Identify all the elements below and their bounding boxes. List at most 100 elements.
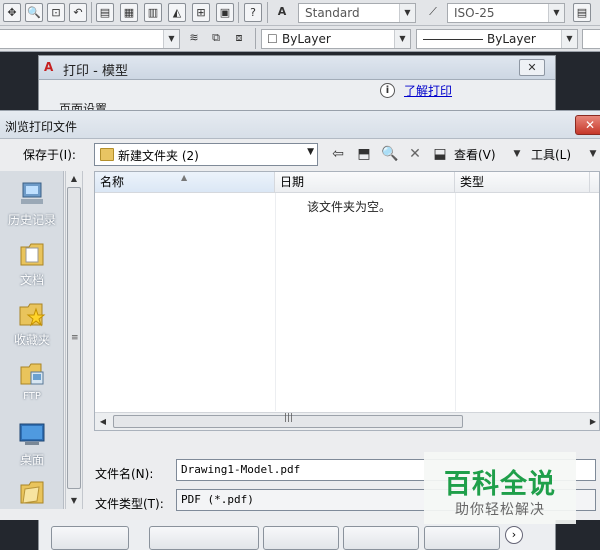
watermark-title: 百科全说 [444, 469, 556, 500]
chevron-down-icon[interactable]: ▼ [548, 4, 564, 22]
new-folder-icon[interactable]: ⬓ [430, 145, 450, 164]
grip-icon: ≡ [71, 333, 79, 343]
ok-button[interactable] [263, 526, 339, 550]
dim-style-value: ISO-25 [454, 6, 495, 20]
plot-dialog-title: 打印 - 模型 [63, 64, 128, 79]
column-header-name[interactable]: 名称 ▲ [95, 172, 275, 193]
column-header-type[interactable]: 类型 [455, 172, 590, 193]
back-icon[interactable]: ⇦ [328, 145, 348, 164]
scroll-thumb[interactable]: ≡ [67, 187, 81, 489]
chevron-down-icon[interactable]: ▼ [586, 145, 600, 164]
cad-toolbar-properties: ▼ ≋ ⧉ ⧈ ☐ ByLayer ▼ ByLayer ▼ [0, 26, 600, 52]
plot-dialog-titlebar: A 打印 - 模型 ✕ [39, 56, 555, 80]
table-style-icon[interactable]: ▤ [573, 3, 591, 22]
autocad-logo-icon: A [44, 60, 54, 74]
zoom-previous-icon[interactable]: ↶ [69, 3, 87, 22]
chevron-down-icon[interactable]: ▼ [163, 30, 179, 48]
chevron-down-icon[interactable]: ▼ [399, 4, 415, 22]
color-value: ByLayer [282, 32, 331, 46]
dim-style-combo[interactable]: ISO-25 ▼ [447, 3, 565, 23]
help-button[interactable] [424, 526, 500, 550]
place-desktop[interactable]: 桌面 [0, 419, 63, 468]
save-in-label: 保存于(I): [23, 148, 76, 162]
linetype-combo[interactable]: ByLayer ▼ [416, 29, 578, 49]
lineweight-combo[interactable] [582, 29, 600, 49]
place-history[interactable]: 历史记录 [0, 179, 63, 228]
plot-dialog-button-strip: › [38, 520, 556, 550]
column-header-date[interactable]: 日期 [275, 172, 455, 193]
text-style-icon[interactable]: A [273, 3, 291, 22]
apply-layout-button[interactable] [149, 526, 259, 550]
toolbar-separator [91, 2, 92, 23]
file-list[interactable]: 名称 ▲ 日期 类型 该文件夹为空。 ◀ ||| ▶ [94, 171, 600, 431]
place-ftp[interactable]: FTP [0, 359, 63, 402]
scroll-right-icon[interactable]: ▶ [585, 413, 599, 430]
chevron-down-icon[interactable]: ▼ [394, 30, 410, 48]
history-icon [21, 182, 43, 204]
place-label: FTP [23, 391, 41, 402]
chevron-down-icon[interactable]: ▼ [510, 145, 524, 164]
plot-close-button[interactable]: ✕ [519, 59, 545, 76]
save-in-value: 新建文件夹 (2) [118, 149, 199, 163]
folder-open-icon [20, 481, 44, 504]
up-folder-icon[interactable]: ⬒ [354, 145, 374, 164]
layer-state-icon[interactable]: ⧉ [207, 29, 225, 48]
text-style-value: Standard [305, 6, 360, 20]
layer-combo[interactable]: ▼ [0, 29, 180, 49]
cancel-button[interactable] [343, 526, 419, 550]
linetype-value: ByLayer [487, 32, 536, 46]
dim-style-icon[interactable]: ⟋ [424, 3, 442, 22]
empty-folder-message: 该文件夹为空。 [307, 200, 392, 214]
color-combo[interactable]: ☐ ByLayer ▼ [261, 29, 411, 49]
places-scrollbar[interactable]: ▲ ≡ ▼ [65, 171, 83, 509]
chevron-down-icon[interactable]: ▼ [561, 30, 577, 48]
column-header-label: 日期 [280, 175, 305, 189]
properties-icon[interactable]: ▤ [96, 3, 114, 22]
place-label: 收藏夹 [13, 333, 50, 347]
browse-dialog-titlebar: 浏览打印文件 ✕ [0, 111, 600, 139]
preview-button[interactable] [51, 526, 129, 550]
place-more[interactable] [0, 477, 63, 509]
sheet-set-icon[interactable]: ◭ [168, 3, 186, 22]
place-label: 桌面 [19, 453, 44, 467]
learn-plot-link[interactable]: 了解打印 [404, 82, 452, 99]
save-in-combo[interactable]: 新建文件夹 (2) ▼ [94, 143, 318, 166]
delete-icon[interactable]: ✕ [405, 145, 425, 164]
tool-palette-icon[interactable]: ▥ [144, 3, 162, 22]
column-header-label: 名称 [100, 175, 125, 189]
text-style-combo[interactable]: Standard ▼ [298, 3, 416, 23]
scroll-left-icon[interactable]: ◀ [95, 413, 111, 430]
places-bar: 历史记录 文档 收藏夹 FTP 桌面 [0, 171, 64, 509]
layer-manager-icon[interactable]: ≋ [185, 29, 203, 48]
file-list-hscrollbar[interactable]: ◀ ||| ▶ [95, 412, 599, 430]
watermark: 百科全说 助你轻松解决 [424, 452, 576, 524]
calculator-icon[interactable]: ▣ [216, 3, 234, 22]
place-label: 文档 [19, 273, 44, 287]
scroll-thumb[interactable]: ||| [113, 413, 463, 428]
place-favorites[interactable]: 收藏夹 [0, 299, 63, 348]
markup-icon[interactable]: ⊞ [192, 3, 210, 22]
favorites-icon [19, 303, 46, 327]
zoom-realtime-icon[interactable]: 🔍 [25, 3, 43, 22]
chevron-down-icon[interactable]: ▼ [307, 147, 314, 157]
scroll-up-icon[interactable]: ▲ [66, 171, 82, 187]
file-type-label: 文件类型(T): [95, 497, 164, 511]
file-name-label: 文件名(N): [95, 467, 154, 481]
tools-menu-button[interactable]: 工具(L) [531, 146, 571, 163]
layer-previous-icon[interactable]: ⧈ [230, 29, 248, 48]
view-menu-button[interactable]: 查看(V) [454, 146, 496, 163]
search-web-icon[interactable]: 🔍 [380, 145, 400, 164]
documents-icon [20, 243, 44, 266]
column-divider [275, 193, 276, 411]
place-label: 历史记录 [7, 213, 56, 227]
toolbar-separator [267, 2, 268, 23]
expand-icon[interactable]: › [505, 526, 523, 544]
pan-icon[interactable]: ✥ [3, 3, 21, 22]
scroll-down-icon[interactable]: ▼ [66, 493, 82, 509]
column-header-size[interactable] [590, 172, 599, 193]
help-icon[interactable]: ? [244, 3, 262, 22]
zoom-window-icon[interactable]: ⊡ [47, 3, 65, 22]
place-documents[interactable]: 文档 [0, 239, 63, 288]
close-button[interactable]: ✕ [575, 115, 600, 135]
design-center-icon[interactable]: ▦ [120, 3, 138, 22]
